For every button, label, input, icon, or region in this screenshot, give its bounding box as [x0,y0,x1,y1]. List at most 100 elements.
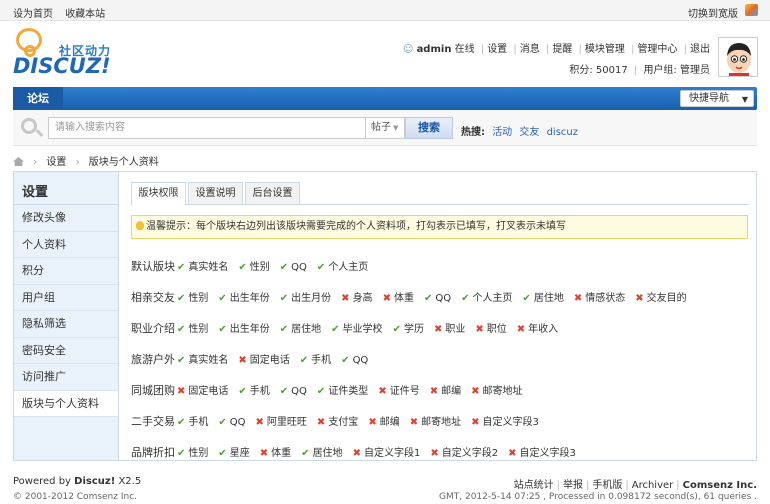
profile-field: ✔ 星座 [218,448,249,459]
username-link[interactable]: admin [417,44,452,55]
check-icon: ✔ [238,386,247,397]
profile-field-label: 自定义字段2 [441,448,499,459]
main-nav: 论坛 快捷导航 ▼ [13,87,757,110]
quick-nav-label: 快捷导航 [689,93,729,104]
discuz-link[interactable]: Discuz! [74,476,115,487]
profile-field: ✖ 体重 [260,448,291,459]
sidebar-item[interactable]: 个人资料 [14,232,118,258]
wide-switch-link[interactable]: 切换到宽版 [688,5,738,20]
hot-search-link[interactable]: 交友 [519,127,539,138]
module-admin-link[interactable]: 模块管理 [585,44,625,55]
sidebar-item[interactable]: 修改头像 [14,205,118,232]
profile-field: ✖ 职业 [434,324,465,335]
user-stats: 积分: 50017 | 用户组: 管理员 [569,65,710,76]
footer-stats-link[interactable]: 站点统计 [514,480,554,491]
cross-icon: ✖ [378,386,387,397]
profile-field-label: 自定义字段3 [519,448,576,459]
tab-admin-settings[interactable]: 后台设置 [245,182,300,205]
profile-field-label: 自定义字段3 [482,417,539,428]
profile-field-label: 性别 [188,324,209,335]
sidebar-title: 设置 [14,172,118,205]
hot-search-link[interactable]: discuz [547,127,578,138]
permission-category: 品牌折扣 [131,446,175,459]
profile-field: ✖ 支付宝 [317,417,358,428]
powered-label: Powered by [13,476,71,487]
processing-info: GMT, 2012-5-14 07:25 , Processed in 0.09… [439,492,757,502]
sidebar-item[interactable]: 版块与个人资料 [14,390,118,417]
profile-field: ✔ 真实姓名 [177,355,228,366]
search-button[interactable]: 搜索 [405,117,453,139]
sidebar-item[interactable]: 积分 [14,258,118,285]
bookmark-link[interactable]: 收藏本站 [65,9,105,20]
profile-field-label: 个人主页 [472,293,513,304]
avatar[interactable] [718,37,758,77]
profile-field: ✖ 自定义字段2 [430,448,498,459]
profile-field: ✖ 职位 [475,324,506,335]
cross-icon: ✖ [177,386,186,397]
footer-report-link[interactable]: 举报 [563,480,583,491]
logout-link[interactable]: 退出 [690,44,710,55]
profile-field: ✖ 固定电话 [177,386,228,397]
profile-field: ✖ 邮寄地址 [471,386,522,397]
permission-category: 同城团购 [131,384,175,397]
check-icon: ✔ [331,324,340,335]
check-icon: ✔ [279,262,289,273]
profile-field: ✔ QQ [280,262,307,273]
profile-field: ✔ QQ [280,386,307,397]
sidebar-item[interactable]: 用户组 [14,285,118,311]
profile-field: ✖ 自定义字段1 [353,448,421,459]
top-bar: 设为首页 收藏本站 切换到宽版 [0,0,770,21]
tab-forum-permissions[interactable]: 版块权限 [131,182,186,206]
home-icon[interactable] [13,157,24,166]
cross-icon: ✖ [573,293,583,304]
footer-mobile-link[interactable]: 手机版 [592,480,622,491]
profile-field-label: 固定电话 [249,355,290,366]
points-link[interactable]: 积分: 50017 [569,65,627,76]
admin-center-link[interactable]: 管理中心 [637,44,677,55]
profile-field: ✔ 出生年份 [218,324,269,335]
cross-icon: ✖ [475,324,484,335]
hot-search-label: 热搜: [461,127,485,138]
tab-settings-help[interactable]: 设置说明 [188,182,243,205]
check-icon: ✔ [299,355,309,366]
settings-link[interactable]: 设置 [487,44,507,55]
profile-field: ✖ 自定义字段3 [508,448,576,459]
check-icon: ✔ [218,417,227,428]
cross-icon: ✖ [341,293,350,304]
permission-row: 职业介绍 ✔ 性别 ✔ 出生年份 ✔ 居住地 ✔ 毕业学校 ✔ 学历 ✖ 职业 ✖ 职位 ✖ 年收入 [131,319,749,339]
messages-link[interactable]: 消息 [520,44,540,55]
profile-field: ✔ QQ [341,355,368,366]
set-home-link[interactable]: 设为首页 [13,9,53,20]
tip-text: 温馨提示：每个版块右边列出该版块需要完成的个人资料项，打勾表示已填写，打叉表示未… [146,221,566,232]
notifications-link[interactable]: 提醒 [552,44,572,55]
footer-comsenz-link[interactable]: Comsenz Inc. [683,480,757,491]
footer-archiver-link[interactable]: Archiver [632,480,674,491]
sidebar-item[interactable]: 访问推广 [14,364,118,391]
profile-field-label: 居住地 [312,448,343,459]
check-icon: ✔ [423,293,433,304]
nav-forum[interactable]: 论坛 [13,87,63,110]
sidebar-item[interactable]: 隐私筛选 [14,311,118,338]
check-icon: ✔ [177,355,186,366]
search-input[interactable]: 请输入搜索内容 [48,117,366,139]
sidebar-item[interactable]: 密码安全 [14,338,118,364]
wide-switch-icon[interactable] [745,4,758,16]
profile-field-label: 性别 [249,262,270,273]
profile-field-label: 居住地 [533,293,564,304]
user-group-link[interactable]: 用户组: 管理员 [643,65,710,76]
cross-icon: ✖ [471,417,480,428]
profile-field: ✔ 性别 [177,324,208,335]
profile-field: ✖ 年收入 [517,324,558,335]
hot-search-link[interactable]: 活动 [492,127,512,138]
breadcrumb-settings[interactable]: 设置 [46,157,66,168]
cross-icon: ✖ [259,448,269,459]
quick-nav-button[interactable]: 快捷导航 ▼ [680,90,754,107]
profile-field: ✖ 身高 [341,293,372,304]
search-bar: 请输入搜索内容 帖子 ▼ 搜索 热搜: 活动 交友 discuz [13,110,757,146]
profile-field: ✖ 邮编 [430,386,461,397]
site-logo[interactable]: 社区动力 DISCUZ! [13,26,123,82]
settings-sidebar: 设置 修改头像 个人资料 积分 用户组 隐私筛选 密码安全 访问推广 版块与个人资料 [14,172,119,460]
profile-field-label: 性别 [188,448,209,459]
search-type-select[interactable]: 帖子 ▼ [365,117,405,139]
profile-field: ✔ 性别 [177,448,208,459]
